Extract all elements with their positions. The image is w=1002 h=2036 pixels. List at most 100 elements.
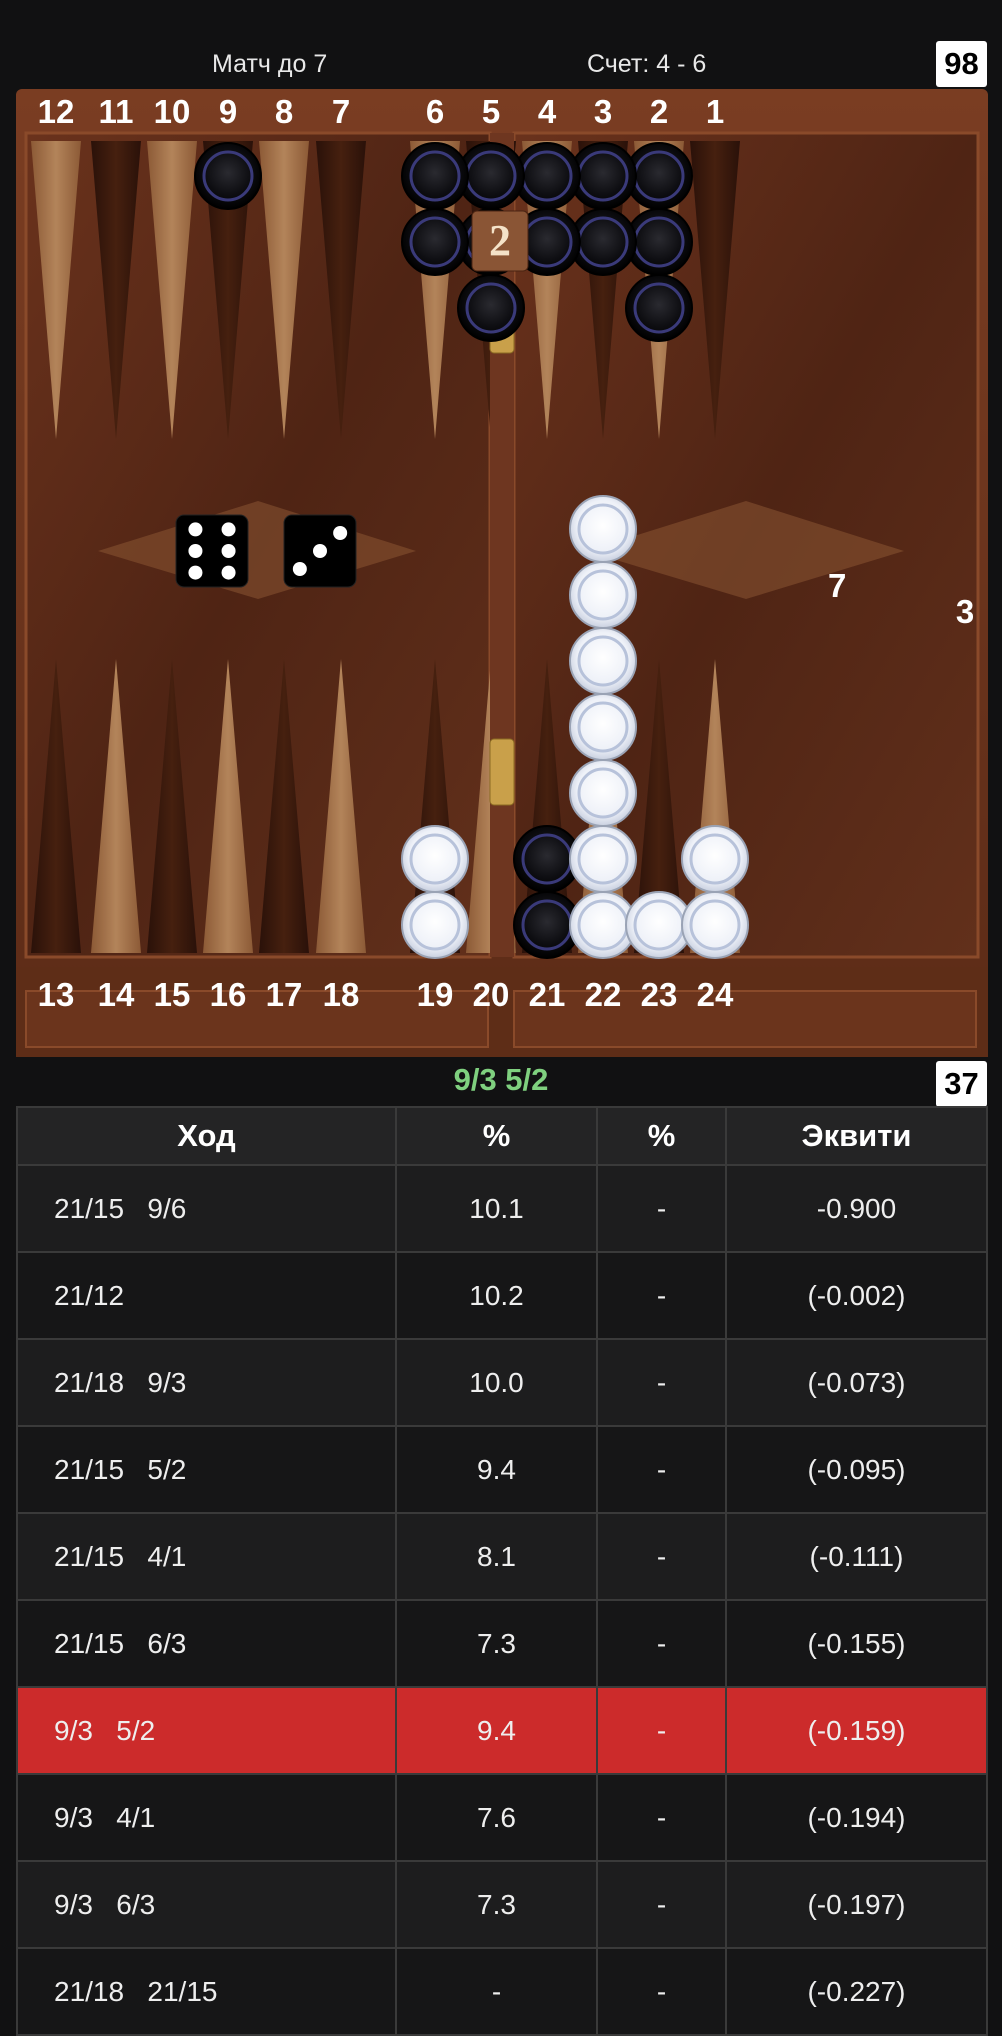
equity-cell: (-0.227) (725, 1947, 988, 2036)
black-checker[interactable] (401, 142, 469, 210)
percent-cell: 7.3 (395, 1599, 598, 1688)
percent2-cell: - (596, 1860, 727, 1949)
point-number-top: 11 (99, 93, 134, 130)
white-checker[interactable] (569, 693, 637, 761)
move-cell: 21/12 (16, 1251, 397, 1340)
black-checker[interactable] (401, 208, 469, 276)
percent-cell: - (395, 1947, 598, 2036)
point-number-bottom: 24 (697, 976, 734, 1013)
percent-cell: 7.6 (395, 1773, 598, 1862)
table-row[interactable]: 21/15 6/3 7.3- (-0.155) (16, 1599, 988, 1688)
table-row[interactable]: 21/15 9/6 10.1- -0.900 (16, 1164, 988, 1253)
white-checker[interactable] (569, 759, 637, 827)
point-number-top: 1 (706, 93, 724, 130)
percent-cell: 9.4 (395, 1686, 598, 1775)
die-2[interactable] (283, 514, 357, 588)
cube-value: 2 (489, 216, 511, 265)
white-checker[interactable] (569, 561, 637, 629)
equity-cell: (-0.073) (725, 1338, 988, 1427)
black-checker[interactable] (457, 274, 525, 342)
equity-cell: (-0.155) (725, 1599, 988, 1688)
percent2-cell: - (596, 1947, 727, 2036)
point-number-bottom: 17 (266, 976, 303, 1013)
point-number-bottom: 20 (473, 976, 510, 1013)
point-number-top: 8 (275, 93, 293, 130)
equity-cell: (-0.194) (725, 1773, 988, 1862)
die-1[interactable] (175, 514, 249, 588)
table-row[interactable]: 21/18 9/3 10.0- (-0.073) (16, 1338, 988, 1427)
percent-cell: 9.4 (395, 1425, 598, 1514)
table-row[interactable]: 9/3 6/3 7.3- (-0.197) (16, 1860, 988, 1949)
move-cell: 9/3 5/2 (16, 1686, 397, 1775)
move-analysis-table: Ход % % Эквити 21/15 9/6 10.1- -0.900 21/12… (16, 1106, 988, 2036)
percent-cell: 10.1 (395, 1164, 598, 1253)
move-cell: 21/15 4/1 (16, 1512, 397, 1601)
percent-cell: 7.3 (395, 1860, 598, 1949)
point-number-top: 4 (538, 93, 557, 130)
point-number-bottom: 16 (210, 976, 247, 1013)
move-cell: 21/15 9/6 (16, 1164, 397, 1253)
move-cell: 9/3 4/1 (16, 1773, 397, 1862)
white-checker[interactable] (401, 825, 469, 893)
percent2-cell: - (596, 1599, 727, 1688)
white-checker[interactable] (401, 891, 469, 959)
white-checker[interactable] (681, 891, 749, 959)
stack-count-label: 7 (828, 567, 846, 604)
col-percent-header[interactable]: % (395, 1106, 598, 1166)
table-header-row: Ход % % Эквити (16, 1106, 988, 1166)
percent2-cell: - (596, 1164, 727, 1253)
point-number-bottom: 21 (529, 976, 566, 1013)
match-length-label: Матч до 7 (212, 50, 328, 78)
white-checker[interactable] (569, 825, 637, 893)
black-checker[interactable] (625, 274, 693, 342)
table-row[interactable]: 21/12 10.2- (-0.002) (16, 1251, 988, 1340)
move-cell: 21/15 5/2 (16, 1425, 397, 1514)
percent2-cell: - (596, 1686, 727, 1775)
score-label: Счет: 4 - 6 (587, 50, 707, 78)
point-number-top: 12 (38, 93, 75, 130)
point-number-bottom: 22 (585, 976, 622, 1013)
point-number-bottom: 18 (323, 976, 360, 1013)
percent2-cell: - (596, 1773, 727, 1862)
table-row[interactable]: 21/15 4/1 8.1- (-0.111) (16, 1512, 988, 1601)
white-checker[interactable] (681, 825, 749, 893)
borne-off-count: 3 (956, 593, 974, 630)
tray-right (513, 990, 977, 1048)
white-checker[interactable] (569, 627, 637, 695)
point-number-top: 7 (332, 93, 350, 130)
pip-count-top: 98 (936, 41, 987, 87)
point-number-bottom: 15 (154, 976, 191, 1013)
hinge-bottom (489, 738, 515, 806)
move-cell: 21/18 9/3 (16, 1338, 397, 1427)
point-number-bottom: 14 (98, 976, 135, 1013)
table-row[interactable]: 9/3 5/2 9.4- (-0.159) (16, 1686, 988, 1775)
percent-cell: 8.1 (395, 1512, 598, 1601)
percent2-cell: - (596, 1338, 727, 1427)
white-checker[interactable] (569, 495, 637, 563)
table-row[interactable]: 9/3 4/1 7.6- (-0.194) (16, 1773, 988, 1862)
point-number-top: 6 (426, 93, 444, 130)
table-row[interactable]: 21/18 21/15- - (-0.227) (16, 1947, 988, 2036)
move-cell: 21/15 6/3 (16, 1599, 397, 1688)
doubling-cube[interactable]: 2 (471, 210, 529, 272)
point-number-top: 10 (154, 93, 191, 130)
percent2-cell: - (596, 1251, 727, 1340)
black-checker[interactable] (194, 142, 262, 210)
point-number-top: 5 (482, 93, 500, 130)
equity-cell: (-0.002) (725, 1251, 988, 1340)
backgammon-board[interactable]: 12 11 10 9 8 7 6 5 4 3 2 113 14 15 16 17 18 19 20 21 22 23 24 … (16, 89, 988, 1057)
equity-cell: -0.900 (725, 1164, 988, 1253)
percent-cell: 10.0 (395, 1338, 598, 1427)
point-number-bottom: 23 (641, 976, 678, 1013)
last-move-label: 9/3 5/2 (453, 1062, 549, 1097)
equity-cell: (-0.159) (725, 1686, 988, 1775)
col-equity-header[interactable]: Эквити (725, 1106, 988, 1166)
point-number-top: 9 (219, 93, 237, 130)
col-percent2-header[interactable]: % (596, 1106, 727, 1166)
table-row[interactable]: 21/15 5/2 9.4- (-0.095) (16, 1425, 988, 1514)
percent2-cell: - (596, 1425, 727, 1514)
pip-count-bottom: 37 (936, 1061, 987, 1107)
point-number-bottom: 19 (417, 976, 454, 1013)
point-number-bottom: 13 (38, 976, 75, 1013)
col-move-header[interactable]: Ход (16, 1106, 397, 1166)
